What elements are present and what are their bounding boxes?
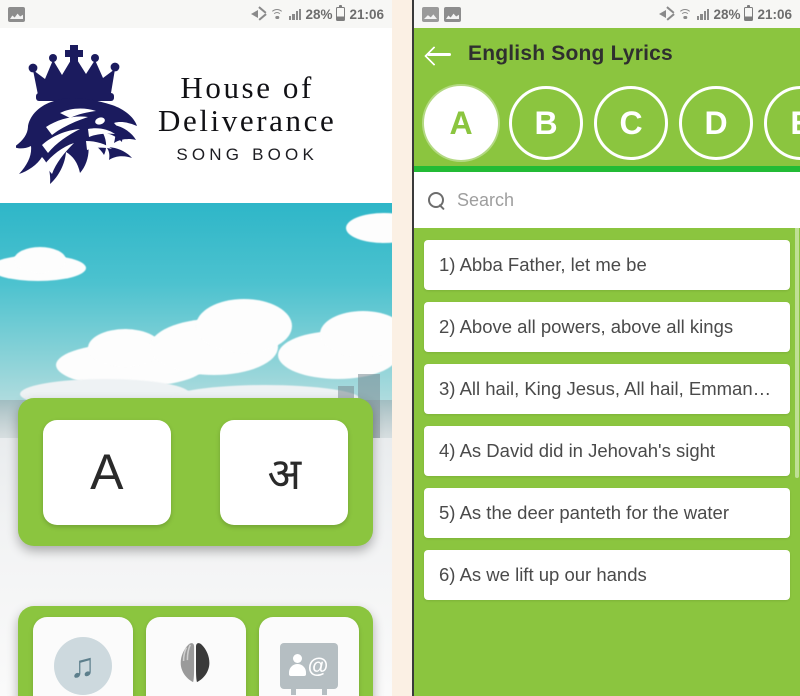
clock-label: 21:06 [757,6,792,22]
left-phone-screen: 28% 21:06 House of Deliverance SONG BOOK… [0,0,392,696]
tools-card: ♫ @ [18,606,373,696]
list-item[interactable]: 4) As David did in Jehovah's sight [424,426,790,476]
list-item[interactable]: 3) All hail, King Jesus, All hail, Emman… [424,364,790,414]
alphabet-item-e[interactable]: E [764,86,800,160]
battery-percent-label: 28% [713,6,741,22]
praying-hands-icon [174,640,218,692]
list-item[interactable]: 6) As we lift up our hands [424,550,790,600]
song-list: 1) Abba Father, let me be 2) Above all p… [414,240,800,600]
chart-notification-icon [444,6,461,22]
alphabet-item-d[interactable]: D [679,86,753,160]
battery-icon [744,4,754,21]
mute-icon [658,6,675,21]
list-item[interactable]: 5) As the deer panteth for the water [424,488,790,538]
app-bar: English Song Lyrics [414,28,800,80]
signal-icon [696,8,710,20]
prayer-button[interactable] [145,617,246,696]
right-status-bar: 28% 21:06 [414,0,800,28]
right-status-indicators: 28% 21:06 [658,4,792,22]
brand-line-2: Deliverance [158,103,337,138]
right-phone-screen: 28% 21:06 English Song Lyrics A B C D E … [412,0,800,696]
right-status-tray [422,6,461,22]
battery-percent-label: 28% [305,6,333,22]
hindi-language-button[interactable]: अ [220,419,349,525]
music-note-icon: ♫ [53,637,112,695]
battery-icon [336,4,346,21]
signal-icon [288,8,302,20]
photo-notification-icon [422,6,439,22]
brand-wordmark: House of Deliverance SONG BOOK [158,66,336,164]
left-status-indicators: 28% 21:06 [250,4,384,22]
alphabet-filter[interactable]: A B C D E [414,80,800,166]
brand-line-1: House of [180,70,314,106]
english-language-button[interactable]: A [42,419,171,525]
chart-notification-icon [8,6,25,22]
wifi-icon [678,8,693,21]
mute-icon [250,6,267,21]
page-title: English Song Lyrics [468,42,673,65]
scrollbar[interactable] [795,178,799,478]
brand-line-3: SONG BOOK [176,144,319,164]
list-item[interactable]: 2) Above all powers, above all kings [424,302,790,352]
list-item[interactable]: 1) Abba Father, let me be [424,240,790,290]
back-arrow-icon[interactable] [426,43,452,65]
language-selector-card: A अ [18,398,373,546]
crowned-lion-head-logo [14,43,148,195]
search-input[interactable] [457,189,786,211]
alphabet-item-b[interactable]: B [509,86,583,160]
contact-card-icon: @ [279,643,338,695]
app-logo-header: House of Deliverance SONG BOOK [0,28,392,203]
left-status-bar: 28% 21:06 [0,0,392,28]
contact-button[interactable]: @ [258,617,359,696]
search-icon [428,191,445,209]
left-status-tray [8,6,25,22]
clock-label: 21:06 [349,6,384,22]
screenshot-stage: 28% 21:06 House of Deliverance SONG BOOK… [0,0,800,696]
music-button[interactable]: ♫ [32,617,133,696]
wifi-icon [270,8,285,21]
alphabet-item-c[interactable]: C [594,86,668,160]
search-bar[interactable] [414,172,800,228]
alphabet-item-a[interactable]: A [424,86,498,160]
